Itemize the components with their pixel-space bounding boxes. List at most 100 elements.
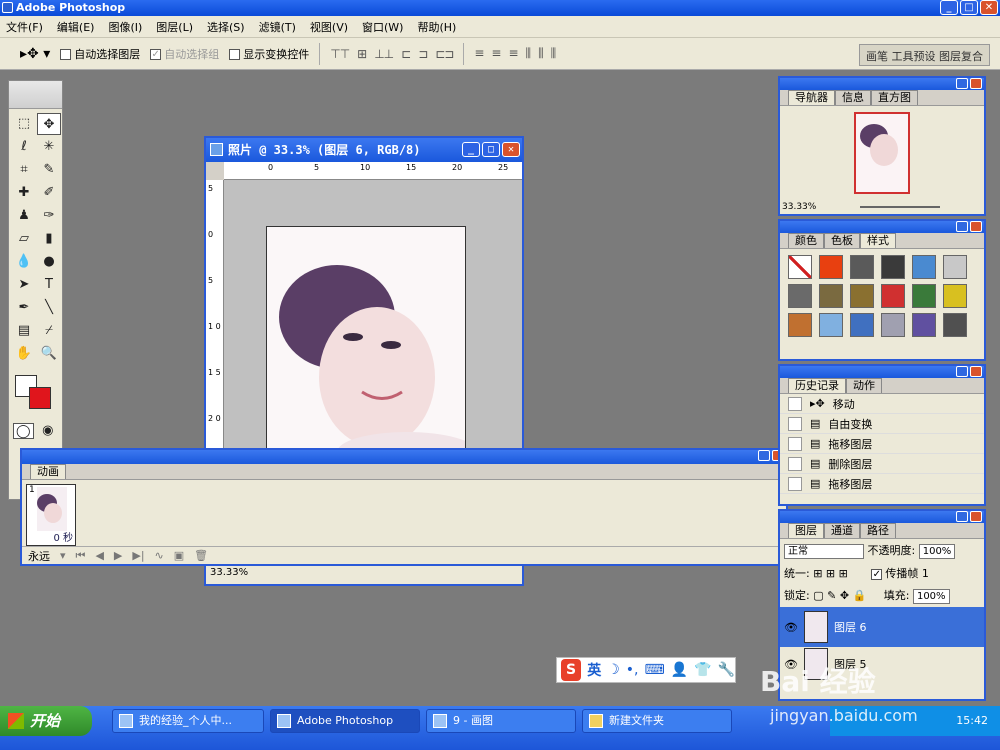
eyedropper-icon[interactable]: ⌿ bbox=[37, 320, 61, 342]
tab-swatches[interactable]: 色板 bbox=[824, 233, 860, 248]
zoom-tool-icon[interactable]: 🔍 bbox=[37, 343, 61, 365]
doc-minimize-button[interactable]: _ bbox=[462, 142, 480, 157]
style-swatch[interactable] bbox=[881, 313, 905, 337]
menu-view[interactable]: 视图(V) bbox=[310, 19, 348, 35]
layers-min-button[interactable] bbox=[956, 511, 968, 522]
history-item[interactable]: ▤ 拖移图层 bbox=[780, 434, 984, 454]
nav-min-button[interactable] bbox=[956, 78, 968, 89]
anim-min-button[interactable] bbox=[758, 450, 770, 461]
menu-file[interactable]: 文件(F) bbox=[6, 19, 43, 35]
dodge-tool-icon[interactable]: ● bbox=[37, 251, 61, 273]
history-close-button[interactable] bbox=[970, 366, 982, 377]
menu-select[interactable]: 选择(S) bbox=[207, 19, 245, 35]
style-swatch[interactable] bbox=[943, 255, 967, 279]
standard-mode-icon[interactable]: ◯ bbox=[13, 423, 34, 439]
tab-histogram[interactable]: 直方图 bbox=[871, 90, 918, 105]
style-swatch[interactable] bbox=[881, 255, 905, 279]
photo-canvas[interactable] bbox=[266, 226, 466, 456]
maximize-button[interactable]: □ bbox=[960, 0, 978, 15]
history-min-button[interactable] bbox=[956, 366, 968, 377]
style-swatch[interactable] bbox=[819, 255, 843, 279]
style-swatch[interactable] bbox=[788, 284, 812, 308]
tween-icon[interactable]: ∿ bbox=[155, 549, 164, 562]
frame-delay[interactable]: 0 秒 bbox=[53, 529, 73, 544]
magic-wand-icon[interactable]: ✳ bbox=[37, 136, 61, 158]
style-swatch[interactable] bbox=[912, 284, 936, 308]
prev-frame-icon[interactable]: ◀ bbox=[95, 549, 103, 562]
navigator-zoom[interactable]: 33.33% bbox=[782, 202, 816, 212]
close-button[interactable]: ✕ bbox=[980, 0, 998, 15]
slice-tool-icon[interactable]: ✎ bbox=[37, 159, 61, 181]
palette-well[interactable]: 画笔 工具预设 图层复合 bbox=[859, 44, 990, 66]
align-buttons[interactable]: ⊤⊤ ⊞ ⊥⊥ ⊏ ⊐ ⊏⊐ bbox=[330, 47, 454, 61]
lasso-tool-icon[interactable]: ℓ bbox=[12, 136, 36, 158]
new-frame-icon[interactable]: ▣ bbox=[174, 549, 184, 562]
history-brush-icon[interactable]: ✑ bbox=[37, 205, 61, 227]
start-button[interactable]: 开始 bbox=[0, 706, 92, 736]
loop-select[interactable]: 永远 bbox=[28, 548, 50, 564]
tab-navigator[interactable]: 导航器 bbox=[788, 90, 835, 105]
history-item[interactable]: ▤ 自由变换 bbox=[780, 414, 984, 434]
type-tool-icon[interactable]: T bbox=[37, 274, 61, 296]
propagate-checkbox[interactable] bbox=[871, 568, 883, 580]
wrench-icon[interactable]: 🔧 bbox=[718, 662, 735, 678]
crop-tool-icon[interactable]: ⌗ bbox=[12, 159, 36, 181]
style-swatch[interactable] bbox=[850, 255, 874, 279]
loop-dropdown-icon[interactable]: ▾ bbox=[60, 549, 66, 562]
style-swatch[interactable] bbox=[912, 313, 936, 337]
gradient-tool-icon[interactable]: ▮ bbox=[37, 228, 61, 250]
lock-icons[interactable]: ▢ ✎ ✥ 🔒 bbox=[813, 589, 866, 602]
keyboard-icon[interactable]: ⌨ bbox=[644, 662, 664, 678]
menu-help[interactable]: 帮助(H) bbox=[417, 19, 456, 35]
styles-close-button[interactable] bbox=[970, 221, 982, 232]
background-color[interactable] bbox=[29, 387, 51, 409]
minimize-button[interactable]: _ bbox=[940, 0, 958, 15]
tab-paths[interactable]: 路径 bbox=[860, 523, 896, 538]
style-swatch[interactable] bbox=[943, 284, 967, 308]
nav-close-button[interactable] bbox=[970, 78, 982, 89]
blur-tool-icon[interactable]: 💧 bbox=[12, 251, 36, 273]
document-zoom[interactable]: 33.33% bbox=[210, 567, 248, 578]
navigator-zoom-slider[interactable] bbox=[860, 206, 940, 208]
clock[interactable]: 15:42 bbox=[956, 714, 988, 727]
notes-tool-icon[interactable]: ▤ bbox=[12, 320, 36, 342]
fill-field[interactable]: 100% bbox=[912, 589, 950, 604]
style-swatch[interactable] bbox=[788, 313, 812, 337]
ime-mode[interactable]: 英 bbox=[587, 660, 601, 680]
history-item[interactable]: ▸✥ 移动 bbox=[780, 394, 984, 414]
hand-tool-icon[interactable]: ✋ bbox=[12, 343, 36, 365]
tab-channels[interactable]: 通道 bbox=[824, 523, 860, 538]
history-item[interactable]: ▤ 删除图层 bbox=[780, 454, 984, 474]
doc-close-button[interactable]: ✕ bbox=[502, 142, 520, 157]
taskbar-item[interactable]: Adobe Photoshop bbox=[270, 709, 420, 733]
styles-min-button[interactable] bbox=[956, 221, 968, 232]
tab-info[interactable]: 信息 bbox=[835, 90, 871, 105]
move-tool-icon[interactable]: ✥ bbox=[37, 113, 61, 135]
skin-icon[interactable]: 👕 bbox=[694, 662, 711, 678]
doc-maximize-button[interactable]: □ bbox=[482, 142, 500, 157]
tab-color[interactable]: 颜色 bbox=[788, 233, 824, 248]
moon-icon[interactable]: ☽ bbox=[607, 662, 620, 678]
sogou-icon[interactable]: S bbox=[561, 659, 582, 681]
eye-icon[interactable]: 👁 bbox=[784, 621, 798, 634]
eraser-tool-icon[interactable]: ▱ bbox=[12, 228, 36, 250]
distribute-buttons[interactable]: ≡ ≡ ≡ ⫼ ⫼ ⫼ bbox=[474, 46, 556, 61]
first-frame-icon[interactable]: ⏮ bbox=[76, 549, 86, 563]
tab-animation[interactable]: 动画 bbox=[30, 464, 66, 479]
tab-actions[interactable]: 动作 bbox=[846, 378, 882, 393]
tab-history[interactable]: 历史记录 bbox=[788, 378, 846, 393]
style-swatch-none[interactable] bbox=[788, 255, 812, 279]
auto-select-layer-checkbox[interactable]: 自动选择图层 bbox=[60, 46, 140, 62]
style-swatch[interactable] bbox=[850, 313, 874, 337]
quickmask-mode-icon[interactable]: ◉ bbox=[38, 423, 58, 439]
taskbar-item[interactable]: 我的经验_个人中... bbox=[112, 709, 264, 733]
style-swatch[interactable] bbox=[850, 284, 874, 308]
layer-row[interactable]: 👁 图层 6 bbox=[780, 607, 984, 647]
style-swatch[interactable] bbox=[819, 284, 843, 308]
animation-frame[interactable]: 1 0 秒 bbox=[26, 484, 76, 546]
taskbar-item[interactable]: 9 - 画图 bbox=[426, 709, 576, 733]
style-swatch[interactable] bbox=[819, 313, 843, 337]
play-icon[interactable]: ▶ bbox=[114, 549, 122, 562]
layers-close-button[interactable] bbox=[970, 511, 982, 522]
tab-layers[interactable]: 图层 bbox=[788, 523, 824, 538]
